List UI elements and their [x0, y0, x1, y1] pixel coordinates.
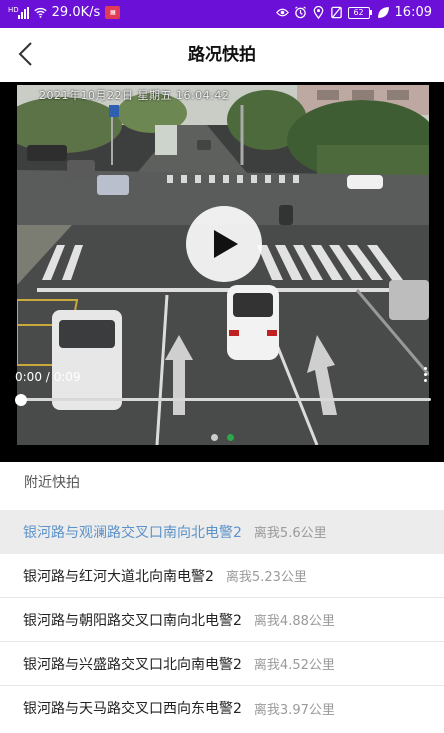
no-sim-icon	[330, 6, 342, 19]
list-item[interactable]: 银河路与朝阳路交叉口南向北电警2 离我4.88公里	[0, 598, 444, 642]
list-item[interactable]: 银河路与观澜路交叉口南向北电警2 离我5.6公里	[0, 510, 444, 554]
wifi-icon	[34, 7, 47, 18]
app-notification-icon: ▦	[105, 6, 121, 19]
clock: 16:09	[394, 5, 432, 20]
status-bar: HD 29.0K/s ▦ 62 16:09	[0, 0, 444, 28]
page-header: 路况快拍	[0, 28, 444, 80]
camera-distance: 离我5.23公里	[225, 570, 307, 585]
more-options-icon[interactable]	[424, 367, 428, 382]
battery-icon: 62	[347, 6, 372, 19]
page-dot-active[interactable]	[226, 434, 234, 441]
camera-distance: 离我5.6公里	[253, 526, 327, 541]
section-title: 附近快拍	[24, 475, 80, 491]
page-indicator	[0, 434, 444, 441]
duration: 0:09	[53, 370, 81, 384]
time-separator: /	[41, 370, 54, 384]
alarm-icon	[294, 6, 306, 19]
camera-name: 银河路与观澜路交叉口南向北电警2	[23, 524, 242, 541]
page-title: 路况快拍	[188, 45, 256, 65]
camera-distance: 离我3.97公里	[253, 702, 335, 718]
camera-name: 银河路与朝阳路交叉口南向北电警2	[23, 612, 242, 629]
leaf-icon	[377, 7, 389, 18]
camera-distance: 离我4.52公里	[253, 658, 335, 673]
cell-signal-icon: HD	[8, 5, 29, 19]
camera-name: 银河路与天马路交叉口西向东电警2	[23, 701, 242, 717]
progress-thumb[interactable]	[15, 394, 27, 406]
list-item[interactable]: 银河路与红河大道北向南电警2 离我5.23公里	[0, 554, 444, 598]
camera-name: 银河路与兴盛路交叉口北向南电警2	[23, 656, 242, 673]
play-icon	[214, 230, 238, 258]
status-left: HD 29.0K/s ▦	[8, 5, 121, 20]
list-item[interactable]: 银河路与兴盛路交叉口北向南电警2 离我4.52公里	[0, 642, 444, 686]
page-dot[interactable]	[210, 434, 218, 441]
nearby-list: 银河路与观澜路交叉口南向北电警2 离我5.6公里 银河路与红河大道北向南电警2 …	[0, 510, 444, 730]
play-button[interactable]	[186, 206, 262, 282]
status-right: 62 16:09	[275, 5, 432, 20]
list-item[interactable]: 银河路与天马路交叉口西向东电警2 离我3.97公里	[0, 686, 444, 730]
camera-timestamp: 2021年10月22日 星期五 16:04:42	[39, 89, 230, 102]
location-icon	[313, 6, 323, 19]
eye-icon	[275, 8, 289, 17]
progress-bar[interactable]	[21, 398, 431, 401]
hd-tag: HD	[8, 5, 19, 14]
video-time: 0:00 / 0:09	[15, 370, 81, 384]
camera-distance: 离我4.88公里	[253, 614, 335, 629]
video-frame[interactable]: 2021年10月22日 星期五 16:04:42	[17, 85, 429, 479]
video-player[interactable]: 2021年10月22日 星期五 16:04:42 0:00 / 0:09	[0, 82, 444, 462]
network-speed: 29.0K/s	[51, 5, 101, 20]
camera-name: 银河路与红河大道北向南电警2	[23, 568, 214, 585]
current-time: 0:00	[15, 370, 42, 384]
battery-level: 62	[347, 6, 370, 19]
